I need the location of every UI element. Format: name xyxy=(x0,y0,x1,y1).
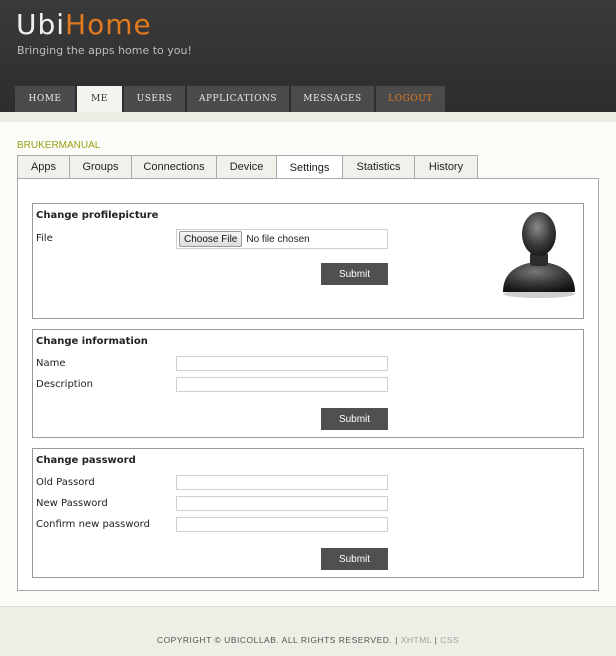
nav-me[interactable]: ME xyxy=(77,86,122,112)
old-password-field[interactable] xyxy=(176,475,388,490)
settings-panel: Change profilepicture File Choose File N… xyxy=(17,178,599,591)
password-submit-button[interactable]: Submit xyxy=(321,548,388,570)
tab-groups[interactable]: Groups xyxy=(69,155,132,178)
confirm-password-label: Confirm new password xyxy=(36,519,150,530)
tagline: Bringing the apps home to you! xyxy=(17,44,192,57)
confirm-password-field[interactable] xyxy=(176,517,388,532)
footer-separator: | xyxy=(434,635,438,645)
tab-history[interactable]: History xyxy=(414,155,478,178)
name-field[interactable] xyxy=(176,356,388,371)
logo-text-ubi: Ubi xyxy=(16,8,66,41)
new-password-field[interactable] xyxy=(176,496,388,511)
site-footer: COPYRIGHT © UBICOLLAB. ALL RIGHTS RESERV… xyxy=(0,606,616,656)
xhtml-link[interactable]: XHTML xyxy=(401,635,432,645)
profile-submit-button[interactable]: Submit xyxy=(321,263,388,285)
tab-statistics[interactable]: Statistics xyxy=(342,155,415,178)
nav-messages[interactable]: MESSAGES xyxy=(291,86,374,112)
file-input[interactable]: Choose File No file chosen xyxy=(176,229,388,249)
new-password-label: New Password xyxy=(36,498,108,509)
old-password-label: Old Passord xyxy=(36,477,95,488)
user-silhouette-icon xyxy=(503,212,575,298)
description-field[interactable] xyxy=(176,377,388,392)
sub-tabs: Apps Groups Connections Device Settings … xyxy=(17,155,478,179)
copyright-text: COPYRIGHT © UBICOLLAB. ALL RIGHTS RESERV… xyxy=(156,635,393,645)
site-logo[interactable]: UbiHome xyxy=(16,8,152,41)
tab-settings[interactable]: Settings xyxy=(276,155,343,179)
nav-logout[interactable]: LOGOUT xyxy=(376,86,445,112)
nav-applications[interactable]: APPLICATIONS xyxy=(187,86,289,112)
profile-picture-section: Change profilepicture File Choose File N… xyxy=(32,203,584,319)
tab-connections[interactable]: Connections xyxy=(131,155,217,178)
password-section: Change password Old Passord New Password… xyxy=(32,448,584,578)
information-title: Change information xyxy=(36,336,148,347)
nav-home[interactable]: HOME xyxy=(15,86,75,112)
name-label: Name xyxy=(36,358,66,369)
file-status: No file chosen xyxy=(246,233,310,245)
description-label: Description xyxy=(36,379,93,390)
information-submit-button[interactable]: Submit xyxy=(321,408,388,430)
tab-apps[interactable]: Apps xyxy=(17,155,70,178)
breadcrumb[interactable]: BRUKERMANUAL xyxy=(17,140,100,151)
logo-text-home: Home xyxy=(65,8,152,41)
profile-picture-title: Change profilepicture xyxy=(36,210,159,221)
css-link[interactable]: CSS xyxy=(440,635,459,645)
nav-users[interactable]: USERS xyxy=(124,86,185,112)
main-nav: HOME ME USERS APPLICATIONS MESSAGES LOGO… xyxy=(15,86,447,112)
tab-device[interactable]: Device xyxy=(216,155,277,178)
file-label: File xyxy=(36,233,53,244)
footer-line: COPYRIGHT © UBICOLLAB. ALL RIGHTS RESERV… xyxy=(0,635,616,645)
information-section: Change information Name Description Subm… xyxy=(32,329,584,438)
password-title: Change password xyxy=(36,455,136,466)
footer-separator: | xyxy=(395,635,398,645)
choose-file-button[interactable]: Choose File xyxy=(179,231,243,247)
site-header: UbiHome Bringing the apps home to you! H… xyxy=(0,0,616,112)
